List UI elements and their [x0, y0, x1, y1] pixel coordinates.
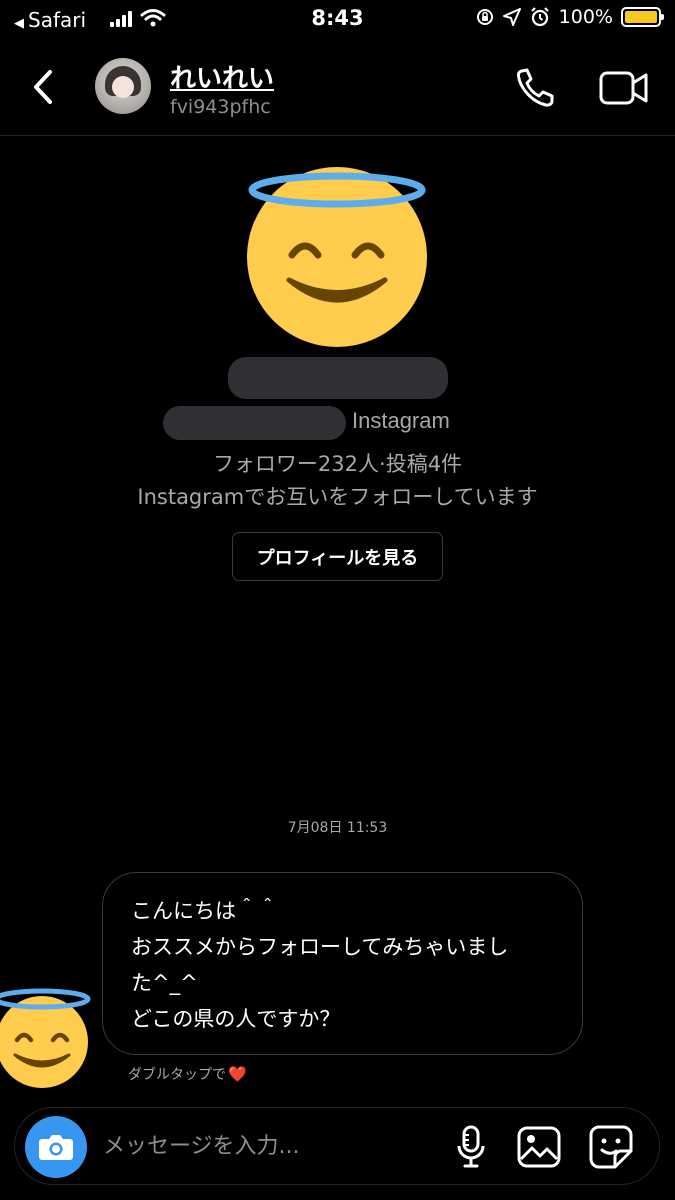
sticker-icon[interactable] [589, 1125, 633, 1169]
battery-percent: 100% [558, 6, 613, 28]
chat-display-name[interactable]: れいれい [170, 58, 274, 95]
orientation-lock-icon [476, 9, 493, 25]
chat-username: fvi943pfhc [170, 96, 271, 118]
sender-avatar-halo-icon[interactable] [0, 985, 94, 1089]
chat-header: れいれい fvi943pfhc [0, 40, 675, 136]
message-composer [14, 1107, 660, 1185]
profile-source-label: Instagram [352, 408, 450, 433]
video-camera-icon[interactable] [598, 66, 650, 110]
status-right-group: 100% [475, 6, 664, 28]
double-tap-hint-text: ダブルタップで [128, 1067, 226, 1083]
avatar[interactable] [95, 58, 151, 114]
message-line: おススメからフォローしてみちゃいまし [131, 935, 509, 959]
camera-button[interactable] [25, 1116, 87, 1178]
message-line: どこの県の人ですか？ [131, 1007, 341, 1031]
camera-icon [39, 1135, 73, 1160]
chevron-left-icon[interactable] [24, 62, 64, 112]
halo-smiley-emoji [247, 167, 427, 347]
profile-mutual-follow: Instagramでお互いをフォローしています [137, 485, 538, 509]
redacted-username-block [163, 406, 346, 440]
message-line: た^_^ [131, 971, 198, 995]
message-bubble[interactable]: こんにちは＾＾ おススメからフォローしてみちゃいまし た^_^ どこの県の人です… [102, 872, 583, 1055]
battery-icon [621, 7, 664, 27]
message-input[interactable] [103, 1126, 443, 1166]
phone-icon[interactable] [514, 66, 558, 110]
view-profile-button[interactable]: プロフィールを見る [232, 532, 443, 581]
heart-icon: ❤️ [228, 1065, 247, 1083]
alarm-icon [530, 7, 549, 27]
status-bar: ◀ Safari 8:43 100% [0, 0, 675, 40]
avatar-face [112, 76, 134, 98]
redacted-name-block [228, 357, 448, 399]
image-icon[interactable] [517, 1126, 561, 1168]
message-timestamp: 7月08日 11:53 [287, 820, 388, 836]
battery-level [625, 11, 657, 23]
location-icon [502, 8, 521, 26]
microphone-icon[interactable] [455, 1124, 487, 1170]
double-tap-hint: ダブルタップで ❤️ [128, 1064, 247, 1084]
profile-stats: フォロワー232人·投稿4件 [212, 452, 463, 476]
message-line: こんにちは＾＾ [131, 899, 278, 923]
